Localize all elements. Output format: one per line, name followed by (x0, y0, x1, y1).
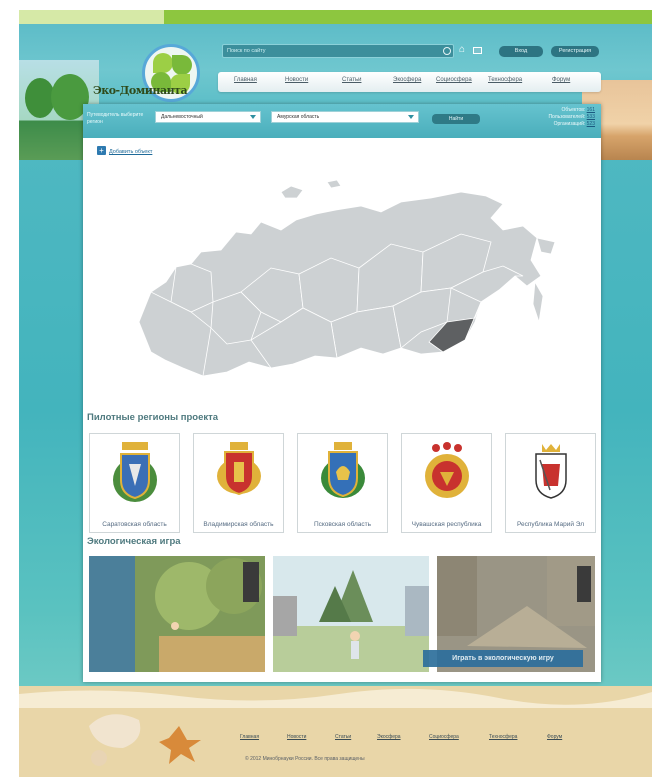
region-card-mari-el[interactable]: Республика Марий Эл (505, 433, 596, 533)
nav-item-sociosphere[interactable]: Социосфера (436, 77, 472, 83)
region-name: Республика Марий Эл (516, 521, 585, 528)
stat-label: Пользователей: (548, 114, 586, 120)
add-object-label: Добавить объект (109, 149, 153, 155)
region-card-chuvashia[interactable]: Чувашская республика (401, 433, 492, 533)
stat-label: Объектов: (561, 107, 586, 113)
dropdown-arrow-icon (250, 115, 256, 119)
game-title: Экологическая игра (87, 536, 181, 547)
logo-petal (153, 53, 173, 73)
page: Эко-Доминанта Поиск по сайту ⌂ Вход Реги… (19, 10, 652, 777)
site-stats: Объектов: 161 Пользователей: 533 Организ… (548, 107, 595, 128)
add-object-link[interactable]: + Добавить объект (97, 146, 153, 155)
footer-link-ecosphere[interactable]: Экосфера (377, 734, 401, 740)
region-card-saratov[interactable]: Саратовская область (89, 433, 180, 533)
vladimir-coat-of-arms (217, 442, 261, 496)
map-island (532, 280, 544, 323)
nav-item-technosphere[interactable]: Техносфера (488, 77, 522, 83)
home-icon[interactable]: ⌂ (459, 45, 469, 55)
users-count-link[interactable]: 533 (587, 114, 595, 120)
play-game-button[interactable]: Играть в экологическую игру (423, 650, 583, 667)
main-panel: Путеводитель выберите регион Дальневосто… (83, 104, 601, 682)
logo-petal (172, 55, 192, 75)
map-island (280, 185, 304, 199)
region-name: Владимирская область (203, 521, 274, 528)
login-button[interactable]: Вход (499, 46, 543, 57)
pilot-regions-title: Пилотные регионы проекта (87, 412, 219, 423)
game-screenshot-city[interactable] (273, 556, 429, 672)
add-icon: + (97, 146, 106, 155)
top-accent-bar-light (19, 10, 164, 24)
game-forest-image (89, 556, 265, 672)
nav-item-articles[interactable]: Статьи (342, 77, 361, 83)
pskov-coat-of-arms (321, 442, 365, 498)
russia-map[interactable] (131, 172, 561, 392)
footer-link-technosphere[interactable]: Техносфера (489, 734, 517, 740)
mail-icon[interactable] (473, 47, 482, 54)
orgs-count-link[interactable]: 523 (587, 121, 595, 127)
district-select-value: Дальневосточный (161, 114, 203, 120)
region-select-value: Амурская область (277, 114, 320, 120)
region-card-pskov[interactable]: Псковская область (297, 433, 388, 533)
region-select[interactable]: Амурская область (271, 111, 419, 123)
nav-item-news[interactable]: Новости (285, 77, 308, 83)
nav-item-home[interactable]: Главная (234, 77, 257, 83)
region-filter-bar: Путеводитель выберите регион Дальневосто… (83, 104, 601, 138)
map-island (536, 237, 556, 255)
region-name: Саратовская область (102, 521, 167, 528)
footer-link-home[interactable]: Главная (240, 734, 259, 740)
footer-link-sociosphere[interactable]: Социосфера (429, 734, 459, 740)
district-select[interactable]: Дальневосточный (155, 111, 261, 123)
filter-label: Путеводитель выберите регион (87, 112, 144, 125)
region-card-vladimir[interactable]: Владимирская область (193, 433, 284, 533)
saratov-coat-of-arms (113, 442, 157, 502)
stat-label: Организаций: (553, 121, 586, 127)
footer-beach (19, 686, 652, 777)
copyright-text: © 2012 Минобрнауки России. Все права защ… (245, 756, 365, 762)
region-name: Псковская область (313, 521, 372, 528)
footer-link-articles[interactable]: Статьи (335, 734, 351, 740)
chuvashia-coat-of-arms (425, 442, 469, 498)
search-input[interactable]: Поиск по сайту (222, 44, 454, 58)
beach-image (19, 686, 652, 777)
logo-text[interactable]: Эко-Доминанта (93, 84, 188, 97)
game-city-image (273, 556, 429, 672)
footer-link-news[interactable]: Новости (287, 734, 306, 740)
game-screenshot-forest[interactable] (89, 556, 265, 672)
dropdown-arrow-icon (408, 115, 414, 119)
nav-item-forum[interactable]: Форум (552, 77, 570, 83)
objects-count-link[interactable]: 161 (587, 107, 595, 113)
find-button[interactable]: Найти (432, 114, 480, 124)
register-button[interactable]: Регистрация (551, 46, 599, 57)
map-island (326, 179, 342, 189)
main-nav: Главная Новости Статьи Экосфера Социосфе… (218, 72, 601, 92)
footer-link-forum[interactable]: Форум (547, 734, 562, 740)
search-icon[interactable] (443, 47, 451, 55)
mari-el-coat-of-arms (535, 444, 567, 499)
nav-item-ecosphere[interactable]: Экосфера (393, 77, 421, 83)
region-name: Чувашская республика (411, 521, 482, 528)
